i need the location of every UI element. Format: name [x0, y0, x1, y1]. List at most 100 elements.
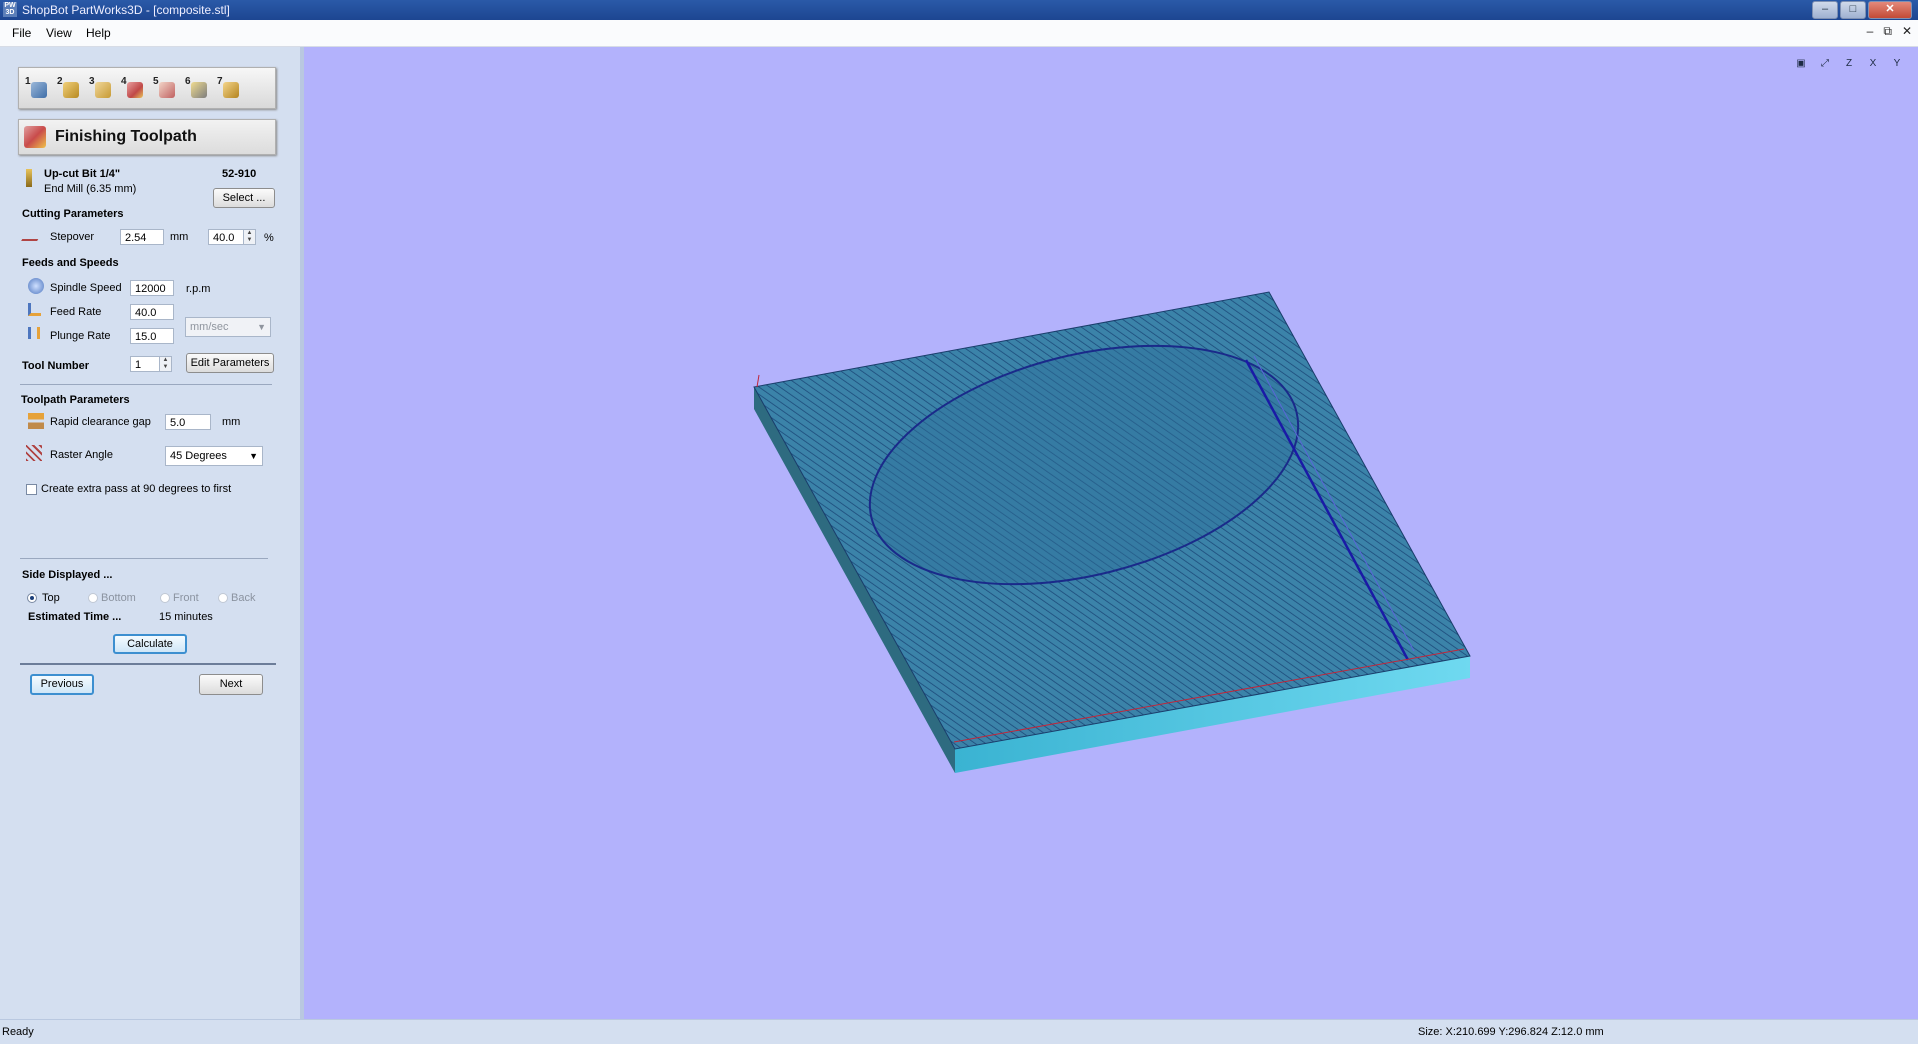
tool-number-label: Tool Number [22, 360, 90, 372]
raster-angle-select[interactable]: 45 Degrees ▼ [165, 446, 263, 466]
window-title: ShopBot PartWorks3D - [composite.stl] [22, 3, 230, 17]
document-window-controls: – ⧉ ✕ [1867, 24, 1912, 39]
app-icon: PW 3D [3, 2, 17, 17]
cutout-icon [159, 82, 175, 98]
menu-file[interactable]: File [12, 26, 31, 40]
step-6-button[interactable]: 6 [185, 76, 211, 100]
feed-rate-input[interactable]: 40.0 [130, 304, 174, 320]
doc-minimize-icon[interactable]: – [1867, 24, 1874, 39]
close-button[interactable]: ✕ [1868, 1, 1912, 19]
start-marker [756, 374, 760, 388]
spindle-speed-unit: r.p.m [186, 283, 211, 295]
tool-number-input[interactable]: 1 [130, 356, 160, 372]
side-bottom-radio[interactable] [88, 593, 98, 603]
clearance-icon [28, 413, 44, 429]
bit-icon [26, 169, 32, 187]
step-4-button[interactable]: 4 [121, 76, 147, 100]
tool-name: Up-cut Bit 1/4" [44, 168, 121, 180]
panel-title: Finishing Toolpath [55, 128, 197, 145]
stepover-mm-input[interactable]: 2.54 [120, 229, 164, 245]
side-back-label: Back [231, 592, 256, 604]
menu-help[interactable]: Help [86, 26, 111, 40]
side-front-radio[interactable] [160, 593, 170, 603]
divider [20, 558, 268, 559]
feed-rate-label: Feed Rate [50, 306, 102, 318]
step-toolbar: 1 2 3 4 5 6 7 [18, 67, 276, 109]
step-number: 5 [153, 76, 159, 87]
menu-view[interactable]: View [46, 26, 72, 40]
side-front-label: Front [173, 592, 199, 604]
doc-restore-icon[interactable]: ⧉ [1883, 24, 1892, 39]
doc-close-icon[interactable]: ✕ [1902, 24, 1912, 39]
toolpath-panel: 1 2 3 4 5 6 7 Finishing Toolpath Up-cut … [0, 47, 304, 1019]
step-3-button[interactable]: 3 [89, 76, 115, 100]
tool-number-spinner[interactable]: ▲ ▼ [160, 356, 172, 372]
raster-angle-label: Raster Angle [50, 449, 113, 461]
raster-angle-value: 45 Degrees [170, 450, 227, 462]
status-bar: Ready Size: X:210.699 Y:296.824 Z:12.0 m… [0, 1019, 1918, 1044]
rapid-clearance-unit: mm [222, 416, 241, 428]
step-2-button[interactable]: 2 [57, 76, 83, 100]
edit-parameters-button[interactable]: Edit Parameters [186, 353, 274, 373]
toolpath-parameters-heading: Toolpath Parameters [21, 394, 130, 406]
window-controls: – □ ✕ [1812, 1, 1912, 19]
stepover-percent-input[interactable]: 40.0 [208, 229, 244, 245]
rapid-clearance-input[interactable]: 5.0 [165, 414, 211, 430]
tool-code: 52-910 [222, 168, 257, 180]
model-size-readout: Size: X:210.699 Y:296.824 Z:12.0 mm [1418, 1026, 1604, 1038]
rate-unit-select: mm/sec ▼ [185, 317, 271, 337]
extra-pass-checkbox[interactable] [26, 484, 37, 495]
spindle-icon [28, 278, 44, 294]
stepover-label: Stepover [50, 231, 95, 243]
step-7-button[interactable]: 7 [217, 76, 243, 100]
step-number: 7 [217, 76, 223, 87]
model-render [753, 291, 1471, 773]
select-tool-button[interactable]: Select ... [213, 188, 275, 208]
estimated-time-label: Estimated Time ... [28, 611, 122, 623]
side-top-label: Top [42, 592, 60, 604]
raster-angle-icon [26, 445, 42, 461]
estimated-time-value: 15 minutes [159, 611, 213, 623]
save-toolpath-icon [223, 82, 239, 98]
step-number: 1 [25, 76, 31, 87]
feed-rate-icon [28, 303, 41, 316]
previous-button[interactable]: Previous [30, 674, 94, 695]
step-number: 3 [89, 76, 95, 87]
plunge-rate-label: Plunge Rate [50, 330, 111, 342]
step-number: 6 [185, 76, 191, 87]
spindle-speed-label: Spindle Speed [50, 282, 122, 294]
stepover-mm-unit: mm [170, 231, 189, 243]
step-5-button[interactable]: 5 [153, 76, 179, 100]
chevron-down-icon: ▼ [249, 451, 258, 461]
step-number: 2 [57, 76, 63, 87]
side-back-radio[interactable] [218, 593, 228, 603]
title-bar: PW 3D ShopBot PartWorks3D - [composite.s… [0, 0, 1918, 20]
rate-unit-value: mm/sec [190, 321, 229, 333]
step-number: 4 [121, 76, 127, 87]
finishing-toolpath-icon [24, 126, 46, 148]
step-1-button[interactable]: 1 [25, 76, 51, 100]
panel-header: Finishing Toolpath [18, 119, 276, 155]
3d-viewport[interactable]: ▣ ⤢ Z X Y [304, 47, 1918, 1019]
next-button[interactable]: Next [199, 674, 263, 695]
stepover-percent-spinner[interactable]: ▲ ▼ [244, 229, 256, 245]
import-icon [63, 82, 79, 98]
side-displayed-heading: Side Displayed ... [22, 569, 113, 581]
stepover-icon [21, 231, 43, 241]
side-bottom-label: Bottom [101, 592, 136, 604]
plunge-rate-input[interactable]: 15.0 [130, 328, 174, 344]
roughing-icon [95, 82, 111, 98]
minimize-button[interactable]: – [1812, 1, 1838, 19]
finishing-icon [127, 82, 143, 98]
menu-bar: File View Help – ⧉ ✕ [0, 20, 1918, 47]
feeds-speeds-heading: Feeds and Speeds [22, 257, 119, 269]
divider [20, 663, 276, 665]
extra-pass-label: Create extra pass at 90 degrees to first [41, 483, 232, 495]
cutting-parameters-heading: Cutting Parameters [22, 208, 124, 220]
calculate-button[interactable]: Calculate [113, 634, 187, 654]
divider [20, 384, 272, 385]
status-text: Ready [2, 1026, 34, 1038]
side-top-radio[interactable] [27, 593, 37, 603]
spindle-speed-input[interactable]: 12000 [130, 280, 174, 296]
maximize-button[interactable]: □ [1840, 1, 1866, 19]
